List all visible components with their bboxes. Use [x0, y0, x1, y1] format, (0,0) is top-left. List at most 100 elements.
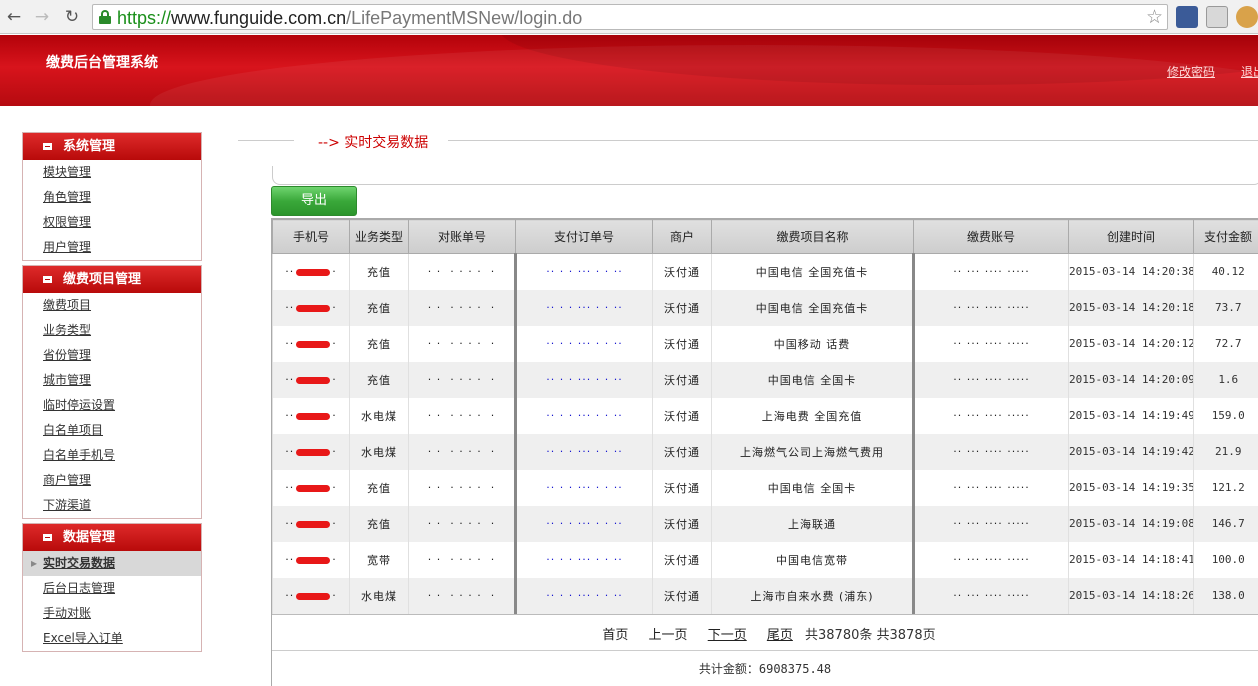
cell-merchant: 沃付通	[652, 361, 712, 398]
col-header-pay-order-no[interactable]: 支付订单号	[515, 219, 653, 254]
page-summary: 共38780条 共3878页	[805, 628, 936, 643]
cell-item-name: 中国移动 话费	[711, 325, 914, 362]
total-amount: 共计金额：6908375.48	[698, 662, 832, 676]
cell-merchant: 沃付通	[652, 541, 712, 578]
col-header-reconcile-no[interactable]: 对账单号	[408, 219, 516, 254]
cell-business-type: 水电煤	[349, 577, 409, 614]
cell-pay-order-no[interactable]: ·· · · ··· · · ··	[514, 469, 653, 506]
redaction-mark	[296, 484, 331, 492]
cell-account: ·· ··· ···· ·····	[912, 505, 1069, 542]
extension-fa-icon[interactable]	[1176, 6, 1198, 28]
cell-pay-order-no[interactable]: ·· · · ··· · · ··	[514, 253, 653, 290]
cell-amount: 40.12	[1193, 253, 1258, 290]
cell-amount: 72.7	[1193, 325, 1258, 362]
sidebar-item-downstream[interactable]: 下游渠道	[23, 493, 201, 518]
cell-phone: ·· ·	[272, 433, 350, 470]
breadcrumb: --> 实时交易数据	[318, 135, 429, 151]
redaction-mark	[296, 556, 331, 564]
sidebar-item-logs[interactable]: 后台日志管理	[23, 576, 201, 601]
change-password-link[interactable]: 修改密码	[1167, 63, 1215, 80]
cell-reconcile-no: · · · · · · ·	[408, 469, 516, 506]
sidebar-item-role[interactable]: 角色管理	[23, 185, 201, 210]
reload-icon[interactable]: ↻	[62, 7, 82, 27]
sidebar-item-user[interactable]: 用户管理	[23, 235, 201, 260]
cookie-extension-icon[interactable]	[1236, 6, 1258, 28]
cell-business-type: 充值	[349, 325, 409, 362]
sidebar-item-province[interactable]: 省份管理	[23, 343, 201, 368]
sidebar-item-temp-suspend[interactable]: 临时停运设置	[23, 393, 201, 418]
col-header-item-name[interactable]: 缴费项目名称	[711, 219, 914, 254]
sidebar-item-whitelist-phone[interactable]: 白名单手机号	[23, 443, 201, 468]
cell-pay-order-no[interactable]: ·· · · ··· · · ··	[514, 397, 653, 434]
cell-reconcile-no: · · · · · · ·	[408, 541, 516, 578]
cell-reconcile-no: · · · · · · ·	[408, 253, 516, 290]
cell-pay-order-no[interactable]: ·· · · ··· · · ··	[514, 361, 653, 398]
collapse-icon	[43, 534, 52, 541]
cell-pay-order-no[interactable]: ·· · · ··· · · ··	[514, 505, 653, 542]
cell-business-type: 宽带	[349, 541, 409, 578]
sidebar-item-module[interactable]: 模块管理	[23, 160, 201, 185]
divider	[272, 614, 1258, 615]
redaction-mark	[296, 412, 331, 420]
cell-phone: ·· ·	[272, 361, 350, 398]
col-header-merchant[interactable]: 商户	[652, 219, 712, 254]
panel-header-payment-items[interactable]: 缴费项目管理	[23, 266, 201, 293]
export-button[interactable]: 导出	[271, 186, 357, 216]
table-row: ·· · 充值 · · · · · · · ·· · · ··· · · ·· 沃付通 中国…	[272, 325, 1258, 362]
sidebar-item-excel-import[interactable]: Excel导入订单	[23, 626, 201, 651]
col-header-account[interactable]: 缴费账号	[913, 219, 1069, 254]
forward-arrow-icon[interactable]: →	[32, 7, 52, 27]
col-header-amount[interactable]: 支付金额	[1193, 219, 1258, 254]
cell-item-name: 中国电信 全国卡	[711, 469, 914, 506]
col-header-phone[interactable]: 手机号	[272, 219, 350, 254]
table-row: ·· · 充值 · · · · · · · ·· · · ··· · · ·· 沃付通 中国…	[272, 469, 1258, 506]
panel-header-data[interactable]: 数据管理	[23, 524, 201, 551]
cell-item-name: 上海联通	[711, 505, 914, 542]
cell-item-name: 中国电信宽带	[711, 541, 914, 578]
cell-item-name: 上海燃气公司上海燃气费用	[711, 433, 914, 470]
sidebar-item-merchant[interactable]: 商户管理	[23, 468, 201, 493]
table-row: ·· · 充值 · · · · · · · ·· · · ··· · · ·· 沃付通 上海…	[272, 505, 1258, 542]
logout-link[interactable]: 退出	[1241, 63, 1258, 80]
cell-pay-order-no[interactable]: ·· · · ··· · · ··	[514, 541, 653, 578]
mail-extension-icon[interactable]	[1206, 6, 1228, 28]
panel-header-system[interactable]: 系统管理	[23, 133, 201, 160]
cell-phone: ·· ·	[272, 253, 350, 290]
prev-page-link[interactable]: 上一页	[649, 628, 688, 643]
cell-amount: 121.2	[1193, 469, 1258, 506]
cell-created: 2015-03-14 14:20:09	[1068, 361, 1194, 398]
cell-business-type: 水电煤	[349, 397, 409, 434]
table-row: ·· · 水电煤 · · · · · · · ·· · · ··· · · ·· 沃付通上…	[272, 577, 1258, 614]
sidebar-item-business-type[interactable]: 业务类型	[23, 318, 201, 343]
cell-pay-order-no[interactable]: ·· · · ··· · · ··	[514, 433, 653, 470]
sidebar-item-permission[interactable]: 权限管理	[23, 210, 201, 235]
cell-reconcile-no: · · · · · · ·	[408, 577, 516, 614]
sidebar-item-city[interactable]: 城市管理	[23, 368, 201, 393]
cell-pay-order-no[interactable]: ·· · · ··· · · ··	[514, 577, 653, 614]
address-bar[interactable]: https://www.funguide.com.cn/LifePaymentM…	[92, 4, 1168, 30]
sidebar-item-whitelist-item[interactable]: 白名单项目	[23, 418, 201, 443]
col-header-business-type[interactable]: 业务类型	[349, 219, 409, 254]
cell-pay-order-no[interactable]: ·· · · ··· · · ··	[514, 289, 653, 326]
cell-business-type: 充值	[349, 253, 409, 290]
cell-account: ·· ··· ···· ·····	[912, 433, 1069, 470]
next-page-link[interactable]: 下一页	[708, 628, 747, 643]
last-page-link[interactable]: 尾页	[767, 628, 793, 643]
cell-business-type: 水电煤	[349, 433, 409, 470]
first-page-link[interactable]: 首页	[602, 628, 628, 643]
collapse-icon	[43, 276, 52, 283]
cell-merchant: 沃付通	[652, 469, 712, 506]
cell-created: 2015-03-14 14:18:26	[1068, 577, 1194, 614]
filter-panel	[272, 166, 1258, 185]
cell-pay-order-no[interactable]: ·· · · ··· · · ··	[514, 325, 653, 362]
sidebar-item-payment-item[interactable]: 缴费项目	[23, 293, 201, 318]
cell-created: 2015-03-14 14:20:18	[1068, 289, 1194, 326]
back-arrow-icon[interactable]: ←	[4, 7, 24, 27]
cell-created: 2015-03-14 14:20:38	[1068, 253, 1194, 290]
sidebar-item-manual-reconcile[interactable]: 手动对账	[23, 601, 201, 626]
cell-business-type: 充值	[349, 361, 409, 398]
table-row: ·· · 水电煤 · · · · · · · ·· · · ··· · · ·· 沃付通上…	[272, 397, 1258, 434]
bookmark-star-icon[interactable]: ☆	[1146, 6, 1163, 28]
sidebar-item-realtime-trades[interactable]: 实时交易数据	[23, 551, 201, 576]
col-header-created[interactable]: 创建时间	[1068, 219, 1194, 254]
